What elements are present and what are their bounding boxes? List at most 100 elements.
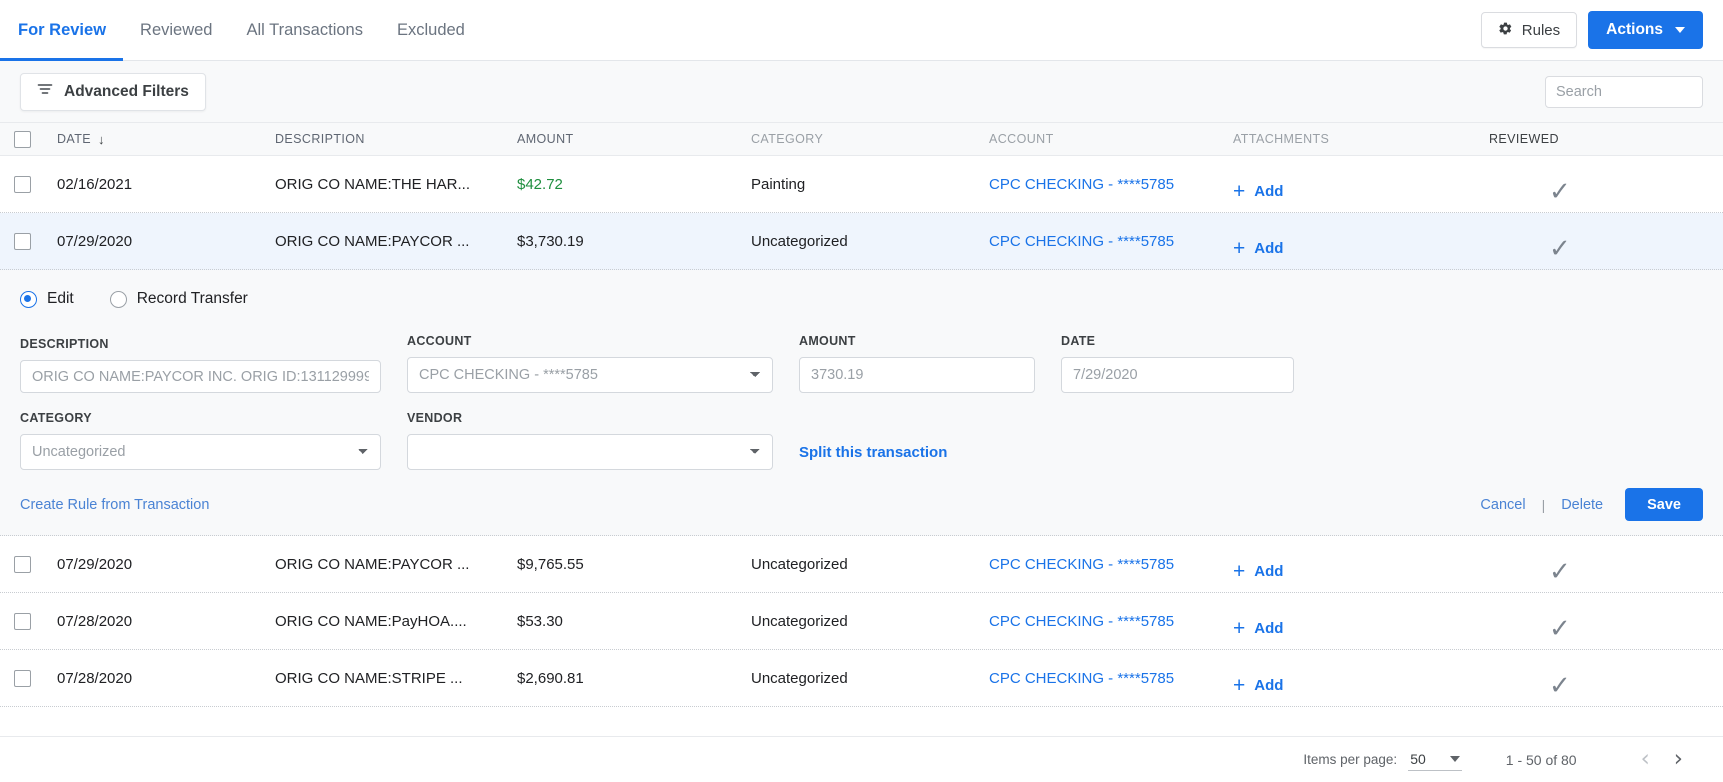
add-attachment-label: Add <box>1254 239 1284 257</box>
radio-record-transfer-input[interactable] <box>109 290 127 308</box>
cell-account-link[interactable]: CPC CHECKING - ****5785 <box>989 670 1233 687</box>
chevron-down-icon <box>1675 27 1685 33</box>
column-header-attachments[interactable]: ATTACHMENTS <box>1233 132 1489 146</box>
cell-reviewed: ✓ <box>1489 601 1723 641</box>
column-header-category[interactable]: CATEGORY <box>751 132 989 146</box>
chevron-down-icon <box>1449 755 1460 762</box>
next-page-button[interactable]: › <box>1662 748 1695 771</box>
filter-bar: Advanced Filters <box>0 61 1723 122</box>
cell-account-link[interactable]: CPC CHECKING - ****5785 <box>989 556 1233 573</box>
field-amount-label: AMOUNT <box>799 334 856 348</box>
radio-option-record-transfer[interactable]: Record Transfer <box>109 290 248 308</box>
check-icon[interactable]: ✓ <box>1549 558 1571 584</box>
add-attachment-button[interactable]: + Add <box>1233 561 1489 582</box>
column-header-description[interactable]: DESCRIPTION <box>275 132 517 146</box>
column-header-amount-label: AMOUNT <box>517 132 574 146</box>
cell-amount: $9,765.55 <box>517 555 584 573</box>
advanced-filters-button[interactable]: Advanced Filters <box>20 72 206 111</box>
column-header-date[interactable]: DATE ↓ <box>57 132 275 146</box>
row-select-cell <box>0 669 57 687</box>
edit-field-row-2: CATEGORY Uncategorized VENDOR Split this… <box>20 411 1703 470</box>
row-checkbox[interactable] <box>14 612 31 630</box>
items-per-page-select[interactable]: 50 <box>1408 749 1462 771</box>
row-checkbox[interactable] <box>14 232 31 250</box>
check-icon[interactable]: ✓ <box>1549 178 1571 204</box>
cell-attachments: + Add <box>1233 167 1489 202</box>
previous-page-button[interactable]: ‹ <box>1629 748 1662 771</box>
tab-excluded[interactable]: Excluded <box>380 0 482 61</box>
radio-record-transfer-label: Record Transfer <box>136 290 248 307</box>
rules-button[interactable]: Rules <box>1480 12 1578 48</box>
cell-amount: $3,730.19 <box>517 232 584 250</box>
rules-button-label: Rules <box>1521 21 1561 39</box>
field-date-label: DATE <box>1061 334 1096 348</box>
cell-reviewed: ✓ <box>1489 658 1723 698</box>
check-icon[interactable]: ✓ <box>1549 235 1571 261</box>
radio-edit-input[interactable] <box>20 290 37 308</box>
row-select-cell <box>0 555 57 573</box>
create-rule-link[interactable]: Create Rule from Transaction <box>20 497 209 513</box>
actions-button[interactable]: Actions <box>1588 11 1703 49</box>
split-transaction-link[interactable]: Split this transaction <box>799 444 947 461</box>
row-checkbox[interactable] <box>14 555 31 573</box>
delete-button[interactable]: Delete <box>1561 497 1603 513</box>
row-checkbox[interactable] <box>14 175 31 193</box>
search-input[interactable] <box>1545 75 1703 108</box>
check-icon[interactable]: ✓ <box>1549 615 1571 641</box>
add-attachment-button[interactable]: + Add <box>1233 675 1489 696</box>
button-divider: | <box>1541 496 1546 513</box>
plus-icon: + <box>1233 673 1246 697</box>
edit-panel-buttons: Cancel | Delete Save <box>1480 488 1703 521</box>
advanced-filters-label: Advanced Filters <box>64 82 189 100</box>
gear-icon <box>1498 21 1513 40</box>
column-header-account[interactable]: ACCOUNT <box>989 132 1233 146</box>
tab-all-transactions[interactable]: All Transactions <box>230 0 380 61</box>
plus-icon: + <box>1233 616 1246 640</box>
save-button[interactable]: Save <box>1625 488 1703 521</box>
column-header-reviewed[interactable]: REVIEWED <box>1489 132 1723 146</box>
cell-account-link[interactable]: CPC CHECKING - ****5785 <box>989 613 1233 630</box>
field-vendor: VENDOR <box>407 411 773 470</box>
add-attachment-label: Add <box>1254 619 1284 637</box>
select-all-checkbox[interactable] <box>14 130 31 148</box>
table-row[interactable]: 02/16/2021 ORIG CO NAME:THE HAR... $42.7… <box>0 156 1723 213</box>
column-header-amount[interactable]: AMOUNT <box>517 132 751 146</box>
cell-category: Uncategorized <box>751 669 848 687</box>
top-tab-bar: For Review Reviewed All Transactions Exc… <box>0 0 1723 61</box>
description-input[interactable] <box>20 360 381 393</box>
check-icon[interactable]: ✓ <box>1549 672 1571 698</box>
add-attachment-button[interactable]: + Add <box>1233 618 1489 639</box>
cell-account-link[interactable]: CPC CHECKING - ****5785 <box>989 176 1233 193</box>
plus-icon: + <box>1233 236 1246 260</box>
radio-option-edit[interactable]: Edit <box>20 290 74 308</box>
table-row[interactable]: 07/28/2020 ORIG CO NAME:STRIPE ... $2,69… <box>0 650 1723 707</box>
tab-for-review[interactable]: For Review <box>0 0 124 61</box>
add-attachment-button[interactable]: + Add <box>1233 238 1489 259</box>
account-select[interactable]: CPC CHECKING - ****5785 <box>407 357 773 393</box>
plus-icon: + <box>1233 179 1246 203</box>
cell-attachments: + Add <box>1233 604 1489 639</box>
row-checkbox[interactable] <box>14 669 31 687</box>
category-select[interactable]: Uncategorized <box>20 434 381 470</box>
date-input[interactable] <box>1061 357 1294 393</box>
cell-amount: $53.30 <box>517 612 563 630</box>
cell-reviewed: ✓ <box>1489 221 1723 261</box>
cell-description: ORIG CO NAME:STRIPE ... <box>275 669 463 687</box>
add-attachment-button[interactable]: + Add <box>1233 181 1489 202</box>
cell-category: Painting <box>751 175 806 193</box>
table-row[interactable]: 07/29/2020 ORIG CO NAME:PAYCOR ... $9,76… <box>0 536 1723 593</box>
cancel-button[interactable]: Cancel <box>1480 497 1525 513</box>
cell-category: Uncategorized <box>751 555 848 573</box>
table-row[interactable]: 07/28/2020 ORIG CO NAME:PayHOA.... $53.3… <box>0 593 1723 650</box>
cell-description: ORIG CO NAME:PAYCOR ... <box>275 232 470 250</box>
field-amount: AMOUNT <box>799 334 1035 393</box>
tab-reviewed[interactable]: Reviewed <box>123 0 229 61</box>
cell-date: 07/28/2020 <box>57 669 133 687</box>
vendor-select[interactable] <box>407 434 773 470</box>
cell-account-link[interactable]: CPC CHECKING - ****5785 <box>989 233 1233 250</box>
field-account-label: ACCOUNT <box>407 334 472 348</box>
table-row[interactable]: 07/29/2020 ORIG CO NAME:PAYCOR ... $3,73… <box>0 213 1723 270</box>
transaction-edit-panel: Edit Record Transfer DESCRIPTION ACCOUNT… <box>0 270 1723 536</box>
amount-input[interactable] <box>799 357 1035 393</box>
add-attachment-label: Add <box>1254 562 1284 580</box>
